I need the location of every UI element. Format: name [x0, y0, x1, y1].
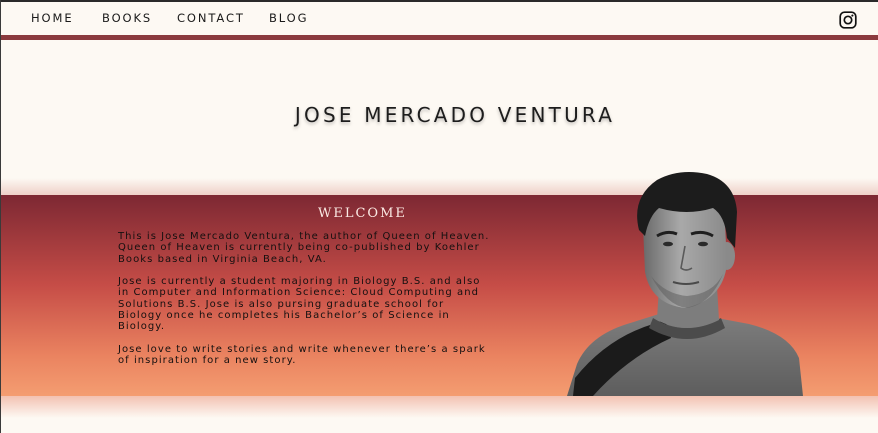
- nav-contact-link[interactable]: CONTACT: [177, 11, 245, 25]
- instagram-icon[interactable]: [839, 11, 857, 29]
- left-border: [0, 0, 1, 433]
- page-title: JOSE MERCADO VENTURA: [294, 103, 616, 127]
- bio-text: This is Jose Mercado Ventura, the author…: [118, 231, 588, 378]
- top-navigation: HOME BOOKS CONTACT BLOG: [0, 2, 878, 35]
- nav-home-link[interactable]: HOME: [31, 11, 74, 25]
- author-portrait-photo: [567, 172, 803, 396]
- nav-books-link[interactable]: BOOKS: [102, 11, 152, 25]
- bio-paragraph-1: This is Jose Mercado Ventura, the author…: [118, 231, 490, 265]
- welcome-heading: WELCOME: [318, 206, 407, 221]
- nav-blog-link[interactable]: BLOG: [269, 11, 308, 25]
- bio-paragraph-2: Jose is currently a student majoring in …: [118, 276, 481, 333]
- nav-accent-bar: [0, 35, 878, 40]
- band-shadow-bottom: [0, 396, 878, 418]
- bio-paragraph-3: Jose love to write stories and write whe…: [118, 343, 486, 367]
